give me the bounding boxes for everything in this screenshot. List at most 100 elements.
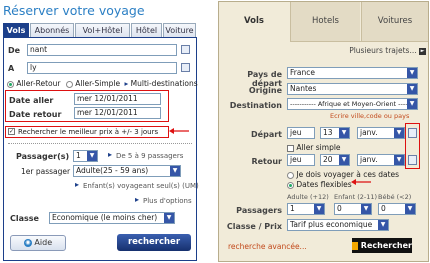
um-arrow-icon: ▸ [75, 180, 80, 189]
right-search-button[interactable]: Rechercher [352, 238, 412, 253]
return-weekday-select[interactable]: jeu [287, 154, 315, 166]
tab-hotel[interactable]: Hôtel [131, 23, 162, 37]
child-header: Enfant (2-11) [334, 193, 378, 201]
class-label: Classe [10, 214, 39, 223]
class-price-select[interactable]: Tarif plus economique ▼ [287, 219, 389, 231]
return-calendar-icon[interactable] [408, 155, 417, 165]
from-input[interactable]: nant [27, 44, 177, 56]
to-input[interactable]: ly [27, 62, 177, 74]
fixed-dates-radio[interactable] [287, 171, 294, 179]
return-month-select[interactable]: janv. ▼ [357, 154, 405, 166]
help-icon: ◉ [23, 238, 32, 247]
round-trip-label: Aller-Retour [16, 79, 61, 88]
passengers-select[interactable]: 1 ▼ [73, 150, 98, 162]
country-select[interactable]: France ▼ [287, 67, 418, 79]
to-label: A [8, 64, 15, 73]
tab-voiture[interactable]: Voiture [163, 23, 196, 37]
multi-dest-link[interactable]: Multi-destinations [131, 79, 198, 88]
chevron-down-icon: ▼ [87, 151, 97, 161]
oneway-row: Aller simple [287, 143, 341, 152]
chevron-down-icon: ▼ [378, 220, 388, 230]
return-date-input[interactable]: mer 12/01/2011 [74, 107, 161, 119]
group-arrow-icon: ▸ [108, 150, 113, 159]
arrow-right-icon: ► [419, 47, 426, 55]
destination-select[interactable]: ----------- Afrique et Moyen-Orient ----… [287, 98, 418, 110]
class-select[interactable]: Economique (le moins cher) ▼ [49, 212, 175, 224]
origin-label: Origine [248, 86, 282, 95]
from-label: De [8, 46, 21, 55]
trip-type-row: Aller-Retour Aller-Simple ▸ Multi-destin… [7, 79, 198, 88]
flex-label: Rechercher le meilleur prix à +/- 3 jour… [18, 128, 159, 136]
more-options-link[interactable]: Plus d'options [143, 197, 192, 205]
divider [8, 143, 192, 144]
child-select[interactable]: 0 ▼ [334, 203, 372, 215]
first-passenger-label: 1er passager [21, 167, 71, 176]
origin-select[interactable]: Nantes ▼ [287, 83, 418, 95]
chevron-down-icon: ▼ [407, 84, 417, 94]
chevron-down-icon: ▼ [164, 213, 174, 223]
right-tab-voitures[interactable]: Voitures [361, 2, 428, 41]
chevron-down-icon: ▼ [314, 204, 324, 214]
fixed-dates-row: Je dois voyager à ces dates [287, 170, 399, 179]
group-passengers-link[interactable]: De 5 à 9 passagers [116, 152, 183, 160]
chevron-down-icon: ▼ [407, 68, 417, 78]
tab-vol-hotel[interactable]: Vol+Hôtel [75, 23, 130, 37]
flex-dates-row: Dates flexibles [287, 180, 352, 189]
one-way-radio[interactable] [65, 80, 73, 88]
depart-date-input[interactable]: mer 12/01/2011 [74, 93, 161, 105]
depart-month-select[interactable]: janv. ▼ [357, 127, 405, 139]
chevron-down-icon: ▼ [339, 128, 349, 138]
flex-checkbox[interactable]: ✓ [8, 128, 15, 135]
passengers-label: Passagers [236, 206, 282, 215]
depart-label: Départ [251, 130, 282, 139]
baby-select[interactable]: 0 ▼ [378, 203, 416, 215]
class-price-label: Classe / Prix [226, 222, 282, 231]
left-booking-widget: Réserver votre voyage Vols Abonnés Vol+H… [0, 0, 199, 263]
chevron-down-icon: ▼ [394, 128, 404, 138]
from-list-icon[interactable] [181, 45, 190, 54]
flex-dates-radio[interactable] [287, 181, 294, 189]
multi-trips-link[interactable]: Plusieurs trajets... ► [336, 46, 426, 55]
depart-day-select[interactable]: 13 ▼ [320, 127, 350, 139]
adult-header: Adulte (+12) [287, 193, 329, 201]
return-label: Retour [251, 157, 282, 166]
return-day-select[interactable]: 20 ▼ [320, 154, 350, 166]
chevron-down-icon: ▼ [361, 204, 371, 214]
oneway-label: Aller simple [296, 143, 341, 152]
destination-hint: Ecrire ville,code ou pays [330, 112, 410, 120]
chevron-down-icon: ▼ [170, 166, 180, 176]
depart-calendar-icon[interactable] [408, 128, 417, 138]
advanced-search-link[interactable]: recherche avancée... [228, 242, 307, 251]
depart-date-label: Date aller [9, 96, 54, 105]
right-tab-vols[interactable]: Vols [219, 2, 289, 42]
one-way-label: Aller-Simple [75, 79, 121, 88]
more-options-arrow-icon: ▸ [135, 195, 140, 204]
search-button[interactable]: rechercher [117, 234, 191, 251]
to-list-icon[interactable] [181, 63, 190, 72]
first-passenger-select[interactable]: Adulte(25 - 59 ans) ▼ [73, 165, 181, 177]
passengers-label: Passager(s) [16, 152, 70, 161]
round-trip-radio[interactable] [7, 80, 14, 88]
red-arrow-icon [351, 179, 371, 185]
depart-weekday-select[interactable]: jeu [287, 127, 315, 139]
oneway-checkbox[interactable] [287, 144, 294, 152]
search-logo-icon [352, 241, 358, 250]
right-tab-divider [290, 41, 428, 42]
right-tab-hotels[interactable]: Hotels [290, 2, 360, 41]
red-arrow-icon [169, 128, 189, 134]
destination-label: Destination [229, 101, 282, 110]
flex-dates-label: Dates flexibles [296, 180, 352, 189]
adult-select[interactable]: 1 ▼ [287, 203, 325, 215]
chevron-down-icon: ▼ [394, 155, 404, 165]
left-widget-title: Réserver votre voyage [3, 3, 145, 18]
return-date-label: Date retour [9, 110, 62, 119]
help-button[interactable]: ◉ Aide [10, 235, 66, 251]
fixed-dates-label: Je dois voyager à ces dates [296, 170, 400, 179]
unaccompanied-link[interactable]: Enfant(s) voyageant seul(s) (UM) [83, 182, 199, 190]
chevron-down-icon: ▼ [339, 155, 349, 165]
chevron-down-icon: ▼ [405, 204, 415, 214]
baby-header: Bébé (<2) [378, 193, 412, 201]
chevron-down-icon: ▼ [407, 99, 417, 109]
tab-abonnes[interactable]: Abonnés [30, 23, 74, 37]
tab-vols[interactable]: Vols [3, 23, 29, 37]
